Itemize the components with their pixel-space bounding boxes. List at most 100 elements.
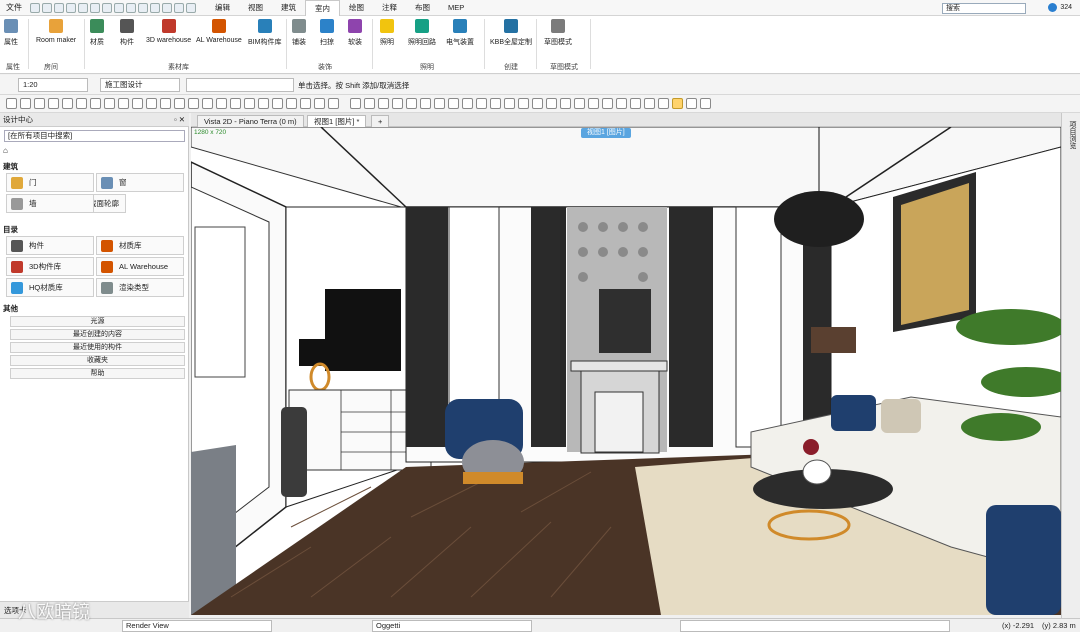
scale-select[interactable]: 1:20 [18,78,88,92]
file-menu[interactable]: 文件 [0,2,28,13]
catalog-item[interactable]: 窗 [96,173,184,192]
layer-select[interactable]: Oggetti [372,620,532,632]
tab-0[interactable]: 编辑 [206,0,239,16]
other-item-button[interactable]: 最近创建的内容 [10,329,185,340]
tool-icon[interactable] [244,98,255,109]
tab-2[interactable]: 建筑 [272,0,305,16]
catalog-item[interactable]: 门 [6,173,94,192]
tool-icon[interactable] [700,98,711,109]
tool-icon[interactable] [602,98,613,109]
ribbon-button-12[interactable]: 电气装置 [446,19,474,47]
tool-icon[interactable] [48,98,59,109]
tool-icon[interactable] [202,98,213,109]
tool-icon[interactable] [230,98,241,109]
tab-5[interactable]: 注释 [373,0,406,16]
measure-icon[interactable] [102,2,112,13]
pen-select[interactable] [186,78,294,92]
render-viewport[interactable]: 1280 x 720 视图1 [图片] [191,127,1061,615]
tool-icon[interactable] [630,98,641,109]
tool-icon[interactable] [6,98,17,109]
home-icon[interactable]: ⌂ [3,146,8,155]
other-item-button[interactable]: 光源 [10,316,185,327]
tab-add[interactable]: + [371,115,390,127]
tool-icon[interactable] [216,98,227,109]
tool-icon[interactable] [420,98,431,109]
catalog-item[interactable]: 3D构件库 [6,257,94,276]
tab-view1[interactable]: 视图1 [图片] * [307,115,367,127]
style-select[interactable]: 施工图设计 [100,78,180,92]
ribbon-button-5[interactable]: AL Warehouse [196,19,242,44]
new-icon[interactable] [30,2,40,13]
snap-icon[interactable] [174,2,184,13]
catalog-item[interactable]: AL Warehouse [96,257,184,276]
user-badge[interactable]: 324 [1048,3,1072,12]
tool-icon[interactable] [686,98,697,109]
tool-icon[interactable] [328,98,339,109]
pen-icon[interactable] [138,2,148,13]
layer-icon[interactable] [150,2,160,13]
undo-icon[interactable] [78,2,88,13]
section-header[interactable]: 目录 [3,224,18,235]
tool-icon[interactable] [160,98,171,109]
tool-icon[interactable] [476,98,487,109]
catalog-item[interactable]: 构件 [6,236,94,255]
ribbon-button-10[interactable]: 照明 [380,19,394,47]
search-input[interactable]: 搜索 [942,3,1026,14]
tool-icon[interactable] [188,98,199,109]
right-dock-bar[interactable]: 项目浏览 [1061,113,1080,619]
tool-icon[interactable] [504,98,515,109]
tool-icon[interactable] [462,98,473,109]
tool-icon[interactable] [314,98,325,109]
other-item-button[interactable]: 帮助 [10,368,185,379]
tool-icon[interactable] [588,98,599,109]
tool-icon[interactable] [364,98,375,109]
tool-icon[interactable] [90,98,101,109]
tab-6[interactable]: 布图 [406,0,439,16]
catalog-item[interactable]: 材质库 [96,236,184,255]
tab-7[interactable]: MEP [439,0,473,16]
tool-icon[interactable] [76,98,87,109]
tool-icon[interactable] [518,98,529,109]
render-view-select[interactable]: Render View [122,620,272,632]
tool-icon[interactable] [104,98,115,109]
other-item-button[interactable]: 最近使用的构件 [10,342,185,353]
ribbon-button-7[interactable]: 铺装 [292,19,306,47]
tool-icon[interactable] [532,98,543,109]
tool-icon[interactable] [574,98,585,109]
tool-icon[interactable] [118,98,129,109]
ribbon-button-3[interactable]: 构件 [120,19,134,47]
tool-icon[interactable] [546,98,557,109]
open-icon[interactable] [42,2,52,13]
tool-icon[interactable] [672,98,683,109]
tool-icon[interactable] [406,98,417,109]
zoom-icon[interactable] [114,2,124,13]
ribbon-button-4[interactable]: 3D warehouse [146,19,191,44]
tab-plan-view[interactable]: Vista 2D - Piano Terra (0 m) [197,115,304,127]
tool-icon[interactable] [258,98,269,109]
tool-icon[interactable] [434,98,445,109]
project-browser-tab[interactable]: 项目浏览 [1065,121,1077,149]
ribbon-button-13[interactable]: KBB全屋定制 [490,19,532,47]
tool-icon[interactable] [392,98,403,109]
grid-icon[interactable] [162,2,172,13]
catalog-item[interactable]: 渲染类型 [96,278,184,297]
select-icon[interactable] [126,2,136,13]
tool-icon[interactable] [658,98,669,109]
panel-controls[interactable]: ▫ ✕ [174,113,185,127]
redo-icon[interactable] [90,2,100,13]
tab-1[interactable]: 视图 [239,0,272,16]
tool-icon[interactable] [490,98,501,109]
camera-icon[interactable] [186,2,196,13]
view-tag[interactable]: 视图1 [图片] [581,128,631,138]
ribbon-button-8[interactable]: 扫掠 [320,19,334,47]
ribbon-button-6[interactable]: BIM构件库 [248,19,281,47]
ribbon-button-11[interactable]: 照明回路 [408,19,436,47]
catalog-item[interactable]: HQ材质库 [6,278,94,297]
section-header[interactable]: 其他 [3,303,18,314]
tool-icon[interactable] [272,98,283,109]
tab-3[interactable]: 室内 [305,0,340,16]
ribbon-button-1[interactable]: Room maker [36,19,76,44]
panel-search-input[interactable]: [在所有项目中搜索] [4,130,185,142]
tool-icon[interactable] [378,98,389,109]
save-icon[interactable] [54,2,64,13]
